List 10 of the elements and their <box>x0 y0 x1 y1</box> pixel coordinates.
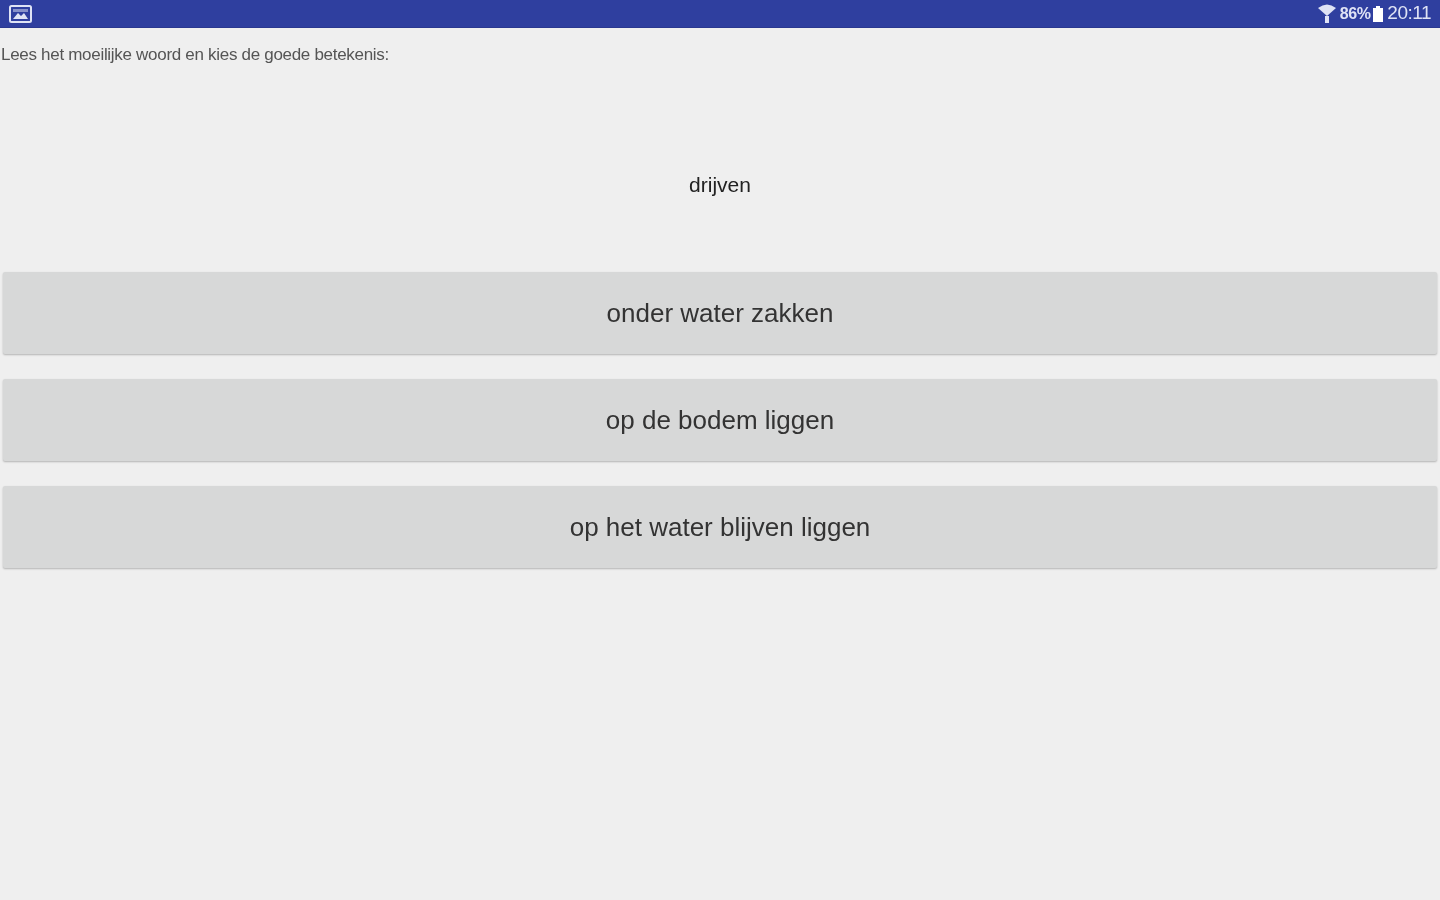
image-icon <box>9 4 32 23</box>
answer-button[interactable]: op de bodem liggen <box>3 379 1437 461</box>
answer-button[interactable]: op het water blijven liggen <box>3 486 1437 568</box>
word-text: drijven <box>688 172 752 198</box>
clock-time: 20:11 <box>1387 1 1431 26</box>
battery-icon <box>1373 5 1384 22</box>
instruction-text: Lees het moeilijke woord en kies de goede betekenis: <box>1 45 390 65</box>
battery-percentage: 86% <box>1339 3 1371 24</box>
answer-button[interactable]: onder water zakken <box>3 272 1437 354</box>
wifi-icon <box>1317 4 1336 23</box>
